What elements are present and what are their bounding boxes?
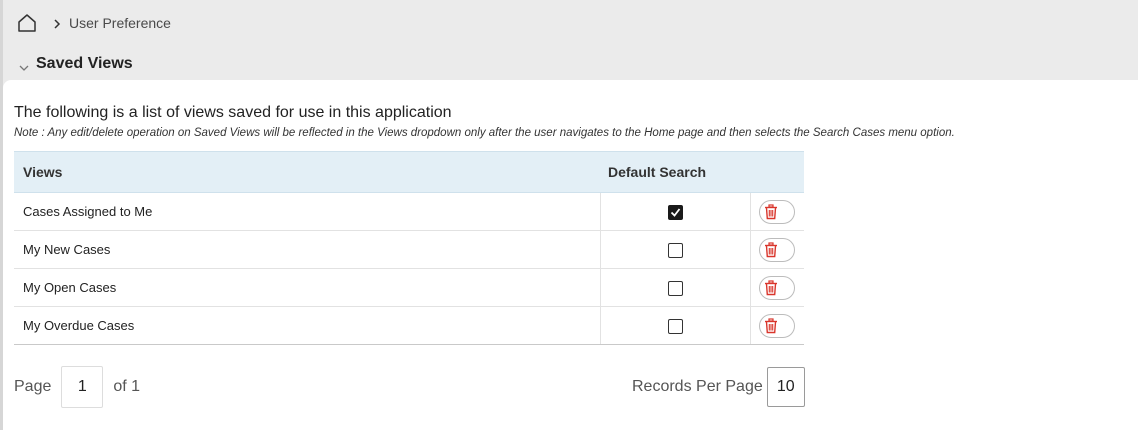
records-per-page: Records Per Page 10 xyxy=(632,367,805,407)
view-name: My Overdue Cases xyxy=(14,306,600,345)
table-row: My Overdue Cases xyxy=(14,306,804,345)
default-search-checkbox[interactable] xyxy=(667,280,683,296)
trash-icon xyxy=(765,317,778,333)
pagination: Page 1 of 1 xyxy=(14,365,140,409)
table-row: Cases Assigned to Me xyxy=(14,192,804,231)
table-header-row: Views Default Search xyxy=(14,151,804,193)
page-total-label: of 1 xyxy=(113,378,141,395)
records-per-page-input[interactable]: 10 xyxy=(766,367,805,407)
column-header-views: Views xyxy=(14,151,600,193)
default-search-checkbox[interactable] xyxy=(667,204,683,220)
breadcrumb-current[interactable]: User Preference xyxy=(69,15,171,31)
view-name: My Open Cases xyxy=(14,268,600,307)
intro-text: The following is a list of views saved f… xyxy=(14,104,452,121)
column-header-actions xyxy=(750,151,804,193)
page-number-input[interactable]: 1 xyxy=(61,366,104,408)
section-header[interactable]: Saved Views xyxy=(18,53,133,75)
chevron-down-icon[interactable] xyxy=(18,61,30,73)
note-text: Note : Any edit/delete operation on Save… xyxy=(14,127,955,139)
records-per-page-label: Records Per Page xyxy=(632,378,763,395)
trash-icon xyxy=(765,279,778,295)
trash-icon xyxy=(765,241,778,257)
table-row: My Open Cases xyxy=(14,268,804,307)
delete-view-button[interactable] xyxy=(759,237,796,262)
chevron-right-icon xyxy=(51,17,63,29)
default-search-checkbox[interactable] xyxy=(667,318,683,334)
default-search-checkbox[interactable] xyxy=(667,242,683,258)
view-name: My New Cases xyxy=(14,230,600,269)
breadcrumb: User Preference xyxy=(17,12,171,34)
saved-views-table: Views Default Search Cases Assigned to M… xyxy=(14,151,804,345)
page-label: Page xyxy=(14,378,52,395)
section-title: Saved Views xyxy=(36,55,133,72)
column-header-default-search: Default Search xyxy=(600,151,750,193)
saved-views-panel: The following is a list of views saved f… xyxy=(3,80,1138,430)
view-name: Cases Assigned to Me xyxy=(14,192,600,231)
delete-view-button[interactable] xyxy=(759,313,796,338)
trash-icon xyxy=(765,203,778,219)
home-icon[interactable] xyxy=(17,13,37,33)
table-row: My New Cases xyxy=(14,230,804,269)
delete-view-button[interactable] xyxy=(759,275,796,300)
delete-view-button[interactable] xyxy=(759,199,796,224)
